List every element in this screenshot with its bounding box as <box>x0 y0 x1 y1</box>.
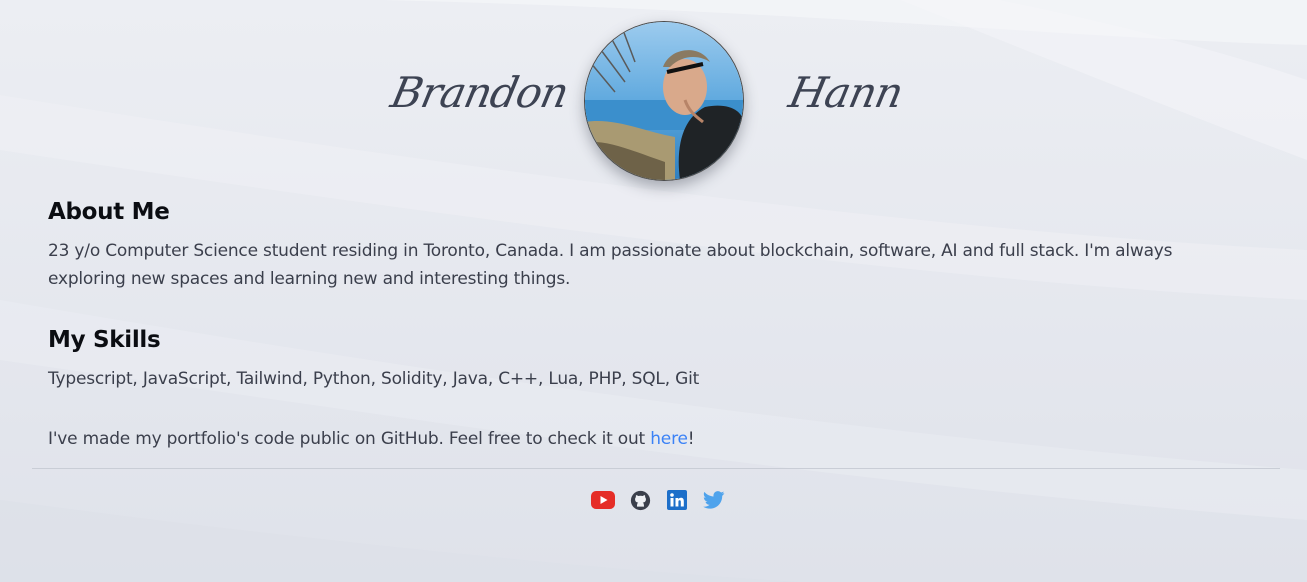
portfolio-page: Brandon Hann About Me 23 y/o Computer Sc… <box>0 0 1307 582</box>
github-note-end: ! <box>687 429 695 449</box>
twitter-icon <box>703 491 725 509</box>
github-icon <box>630 490 650 510</box>
about-heading: About Me <box>48 199 170 225</box>
profile-header: Brandon Hann <box>0 18 1307 184</box>
linkedin-link[interactable] <box>665 488 689 512</box>
about-text: 23 y/o Computer Science student residing… <box>48 241 1173 289</box>
social-links <box>591 488 726 512</box>
avatar <box>584 21 744 181</box>
github-note: I've made my portfolio's code public on … <box>48 425 1248 453</box>
linkedin-icon <box>667 490 687 510</box>
skills-heading: My Skills <box>48 327 161 353</box>
last-name-signature: Hann <box>784 68 907 117</box>
youtube-link[interactable] <box>591 488 615 512</box>
github-link[interactable] <box>628 488 652 512</box>
youtube-icon <box>591 491 615 509</box>
avatar-photo <box>585 22 743 180</box>
github-repo-link[interactable]: here <box>650 429 688 449</box>
footer-divider <box>32 468 1280 469</box>
first-name-signature: Brandon <box>386 68 573 117</box>
github-note-text: I've made my portfolio's code public on … <box>48 429 651 449</box>
twitter-link[interactable] <box>702 488 726 512</box>
skills-text: Typescript, JavaScript, Tailwind, Python… <box>48 369 700 389</box>
